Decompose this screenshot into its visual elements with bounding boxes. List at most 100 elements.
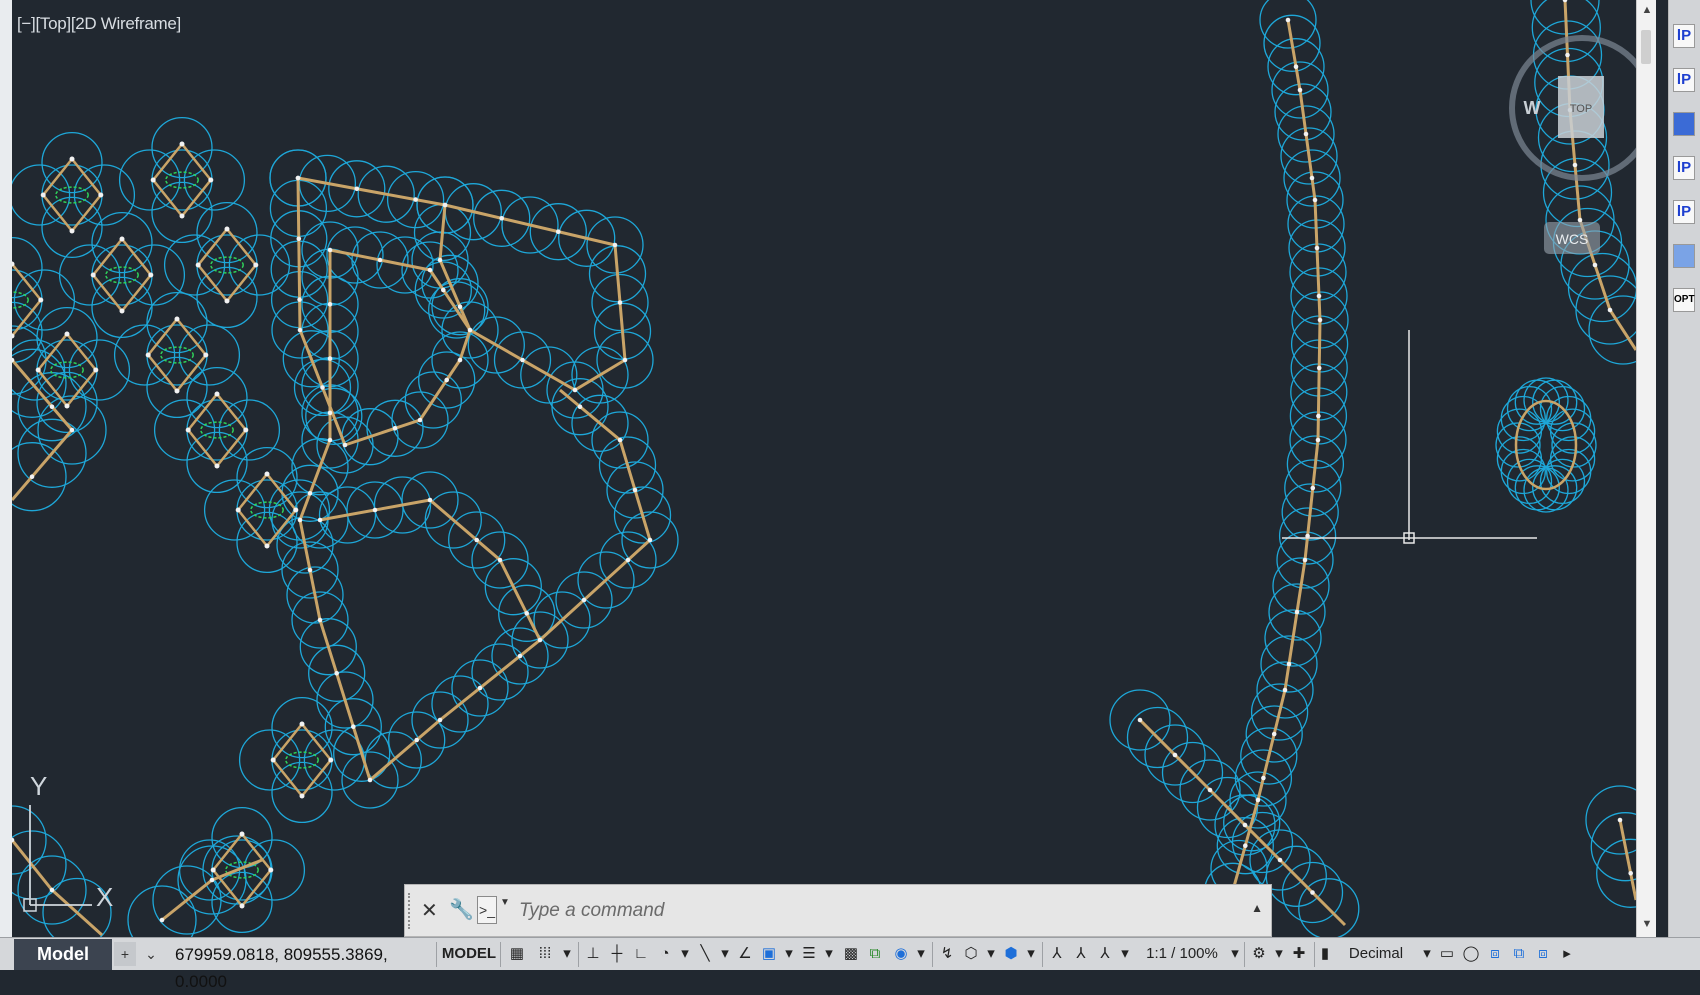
- lock-ui-icon[interactable]: ◯: [1460, 941, 1482, 967]
- graphics-performance-icon[interactable]: ⧉: [1508, 941, 1530, 967]
- auto-scale-icon[interactable]: ⅄: [1070, 941, 1092, 967]
- vertex-point: [1137, 717, 1143, 723]
- 3d-osnap-icon[interactable]: ◉: [890, 941, 912, 967]
- vertex-point: [1172, 752, 1178, 758]
- scroll-down-arrow-icon[interactable]: ▼: [1639, 916, 1655, 932]
- units-icon[interactable]: ▮: [1318, 941, 1332, 967]
- vertex-point: [377, 257, 383, 263]
- vertex-point: [1293, 64, 1299, 69]
- osnap-tracking-icon[interactable]: ∠: [734, 941, 756, 967]
- annotation-scale-icon[interactable]: ⅄: [1094, 941, 1116, 967]
- isodraft-icon[interactable]: ╲: [694, 941, 716, 967]
- infer-constraints-icon[interactable]: ⊥: [582, 941, 604, 967]
- gizmo-icon[interactable]: ⬢: [1000, 941, 1022, 967]
- command-input[interactable]: [517, 895, 1241, 927]
- vertex-point: [1317, 317, 1323, 323]
- vertical-scrollbar[interactable]: ▲ ▼: [1636, 0, 1656, 937]
- vertex-point: [214, 391, 220, 397]
- chevron-down-icon[interactable]: ▾: [782, 941, 796, 967]
- grid-icon[interactable]: ▦: [504, 941, 530, 967]
- dynamic-ucs-icon[interactable]: ↯: [936, 941, 958, 967]
- vertex-point: [1207, 787, 1213, 793]
- image-icon[interactable]: [1673, 112, 1695, 136]
- ortho-icon[interactable]: ∟: [630, 941, 652, 967]
- isolate-objects-icon[interactable]: ⧈: [1484, 941, 1506, 967]
- annotation-monitor-icon[interactable]: ✚: [1288, 941, 1310, 967]
- coordinates-readout[interactable]: 679959.0818, 809555.3869, 0.0000: [175, 941, 433, 991]
- selection-filter-icon[interactable]: ⬡: [960, 941, 982, 967]
- transparency-icon[interactable]: ▩: [840, 941, 862, 967]
- vertex-point: [235, 507, 241, 513]
- annotation-visibility-icon[interactable]: ⅄: [1046, 941, 1068, 967]
- buffer-circle: [41, 164, 103, 226]
- wrench-icon[interactable]: 🔧: [449, 897, 474, 922]
- vertex-point: [414, 737, 420, 743]
- vertex-point: [264, 471, 270, 477]
- vertex-point: [327, 302, 333, 307]
- vertex-point: [499, 216, 505, 221]
- workspace-gear-icon[interactable]: ⚙: [1248, 941, 1270, 967]
- close-icon[interactable]: ✕: [421, 898, 438, 923]
- dynamic-input-icon[interactable]: ┼: [606, 941, 628, 967]
- model-space-toggle[interactable]: MODEL: [440, 941, 498, 967]
- vertex-point: [38, 297, 44, 303]
- prompt-icon[interactable]: >_: [477, 896, 497, 924]
- chevron-down-icon[interactable]: ▾: [560, 941, 574, 967]
- lp-icon[interactable]: lP: [1673, 200, 1695, 224]
- vertex-point: [148, 272, 154, 278]
- status-bar: Model + ⌄ 679959.0818, 809555.3869, 0.00…: [0, 937, 1700, 991]
- chevron-down-icon[interactable]: ▾: [1420, 941, 1434, 967]
- units-readout[interactable]: Decimal: [1334, 941, 1418, 967]
- chevron-down-icon[interactable]: ▾: [678, 941, 692, 967]
- chevron-down-icon[interactable]: ▾: [914, 941, 928, 967]
- command-history-up-icon[interactable]: ▲: [1251, 901, 1263, 915]
- lp-icon[interactable]: lP: [1673, 68, 1695, 92]
- vertex-point: [1277, 857, 1283, 863]
- drawing-viewport[interactable]: Y X TOP W WCS [−][Top][2D Wireframe]: [12, 0, 1648, 937]
- drawing-canvas[interactable]: YXTOPWWCS: [12, 0, 1648, 937]
- chevron-down-icon[interactable]: ▾: [1118, 941, 1132, 967]
- command-line-grip[interactable]: [408, 893, 414, 929]
- parcel-marker: [285, 751, 319, 769]
- opt-icon[interactable]: OPT: [1673, 288, 1695, 312]
- chevron-down-icon[interactable]: ▾: [1024, 941, 1038, 967]
- layout-tabs-more-icon[interactable]: ⌄: [140, 942, 162, 966]
- selection-cycling-icon[interactable]: ⧉: [864, 941, 886, 967]
- tab-model[interactable]: Model: [14, 939, 112, 970]
- customization-icon[interactable]: ▸: [1556, 941, 1578, 967]
- lp-icon[interactable]: lP: [1673, 156, 1695, 180]
- chevron-down-icon[interactable]: ▾: [984, 941, 998, 967]
- lp-icon[interactable]: lP: [1673, 24, 1695, 48]
- object-snap-icon[interactable]: ▣: [758, 941, 780, 967]
- vertex-point: [474, 537, 480, 543]
- command-line[interactable]: ✕ 🔧 >_ ▼ ▲: [404, 884, 1272, 937]
- chevron-down-icon[interactable]: ▾: [822, 941, 836, 967]
- vertex-point: [296, 236, 302, 242]
- add-layout-tab-button[interactable]: +: [114, 942, 136, 966]
- chevron-down-icon[interactable]: ▾: [718, 941, 732, 967]
- polar-icon[interactable]: ◔: [654, 941, 676, 967]
- viewport-controls[interactable]: [−][Top][2D Wireframe]: [17, 14, 181, 34]
- buffer-circle: [146, 324, 208, 386]
- vertex-point: [307, 491, 313, 496]
- vertex-point: [268, 867, 274, 873]
- chevron-down-icon[interactable]: ▾: [1228, 941, 1242, 967]
- clean-screen-icon[interactable]: ⧈: [1532, 941, 1554, 967]
- quick-properties-icon[interactable]: ▭: [1436, 941, 1458, 967]
- vertex-point: [497, 557, 503, 563]
- vertex-point: [69, 156, 75, 162]
- vertex-point: [203, 352, 209, 358]
- layers-icon[interactable]: [1673, 244, 1695, 268]
- lineweight-icon[interactable]: ☰: [798, 941, 820, 967]
- snap-icon[interactable]: ⁞⁞⁞: [532, 941, 558, 967]
- vertex-point: [49, 887, 55, 893]
- annotation-scale-readout[interactable]: 1:1 / 100%: [1136, 941, 1228, 967]
- scroll-thumb[interactable]: [1641, 30, 1651, 64]
- buffer-circle: [12, 442, 67, 512]
- vertex-point: [441, 287, 446, 293]
- chevron-down-icon[interactable]: ▾: [1272, 941, 1286, 967]
- vertex-point: [293, 507, 299, 513]
- vertex-point: [1285, 17, 1291, 23]
- chevron-down-icon[interactable]: ▼: [500, 897, 510, 908]
- scroll-up-arrow-icon[interactable]: ▲: [1639, 2, 1655, 18]
